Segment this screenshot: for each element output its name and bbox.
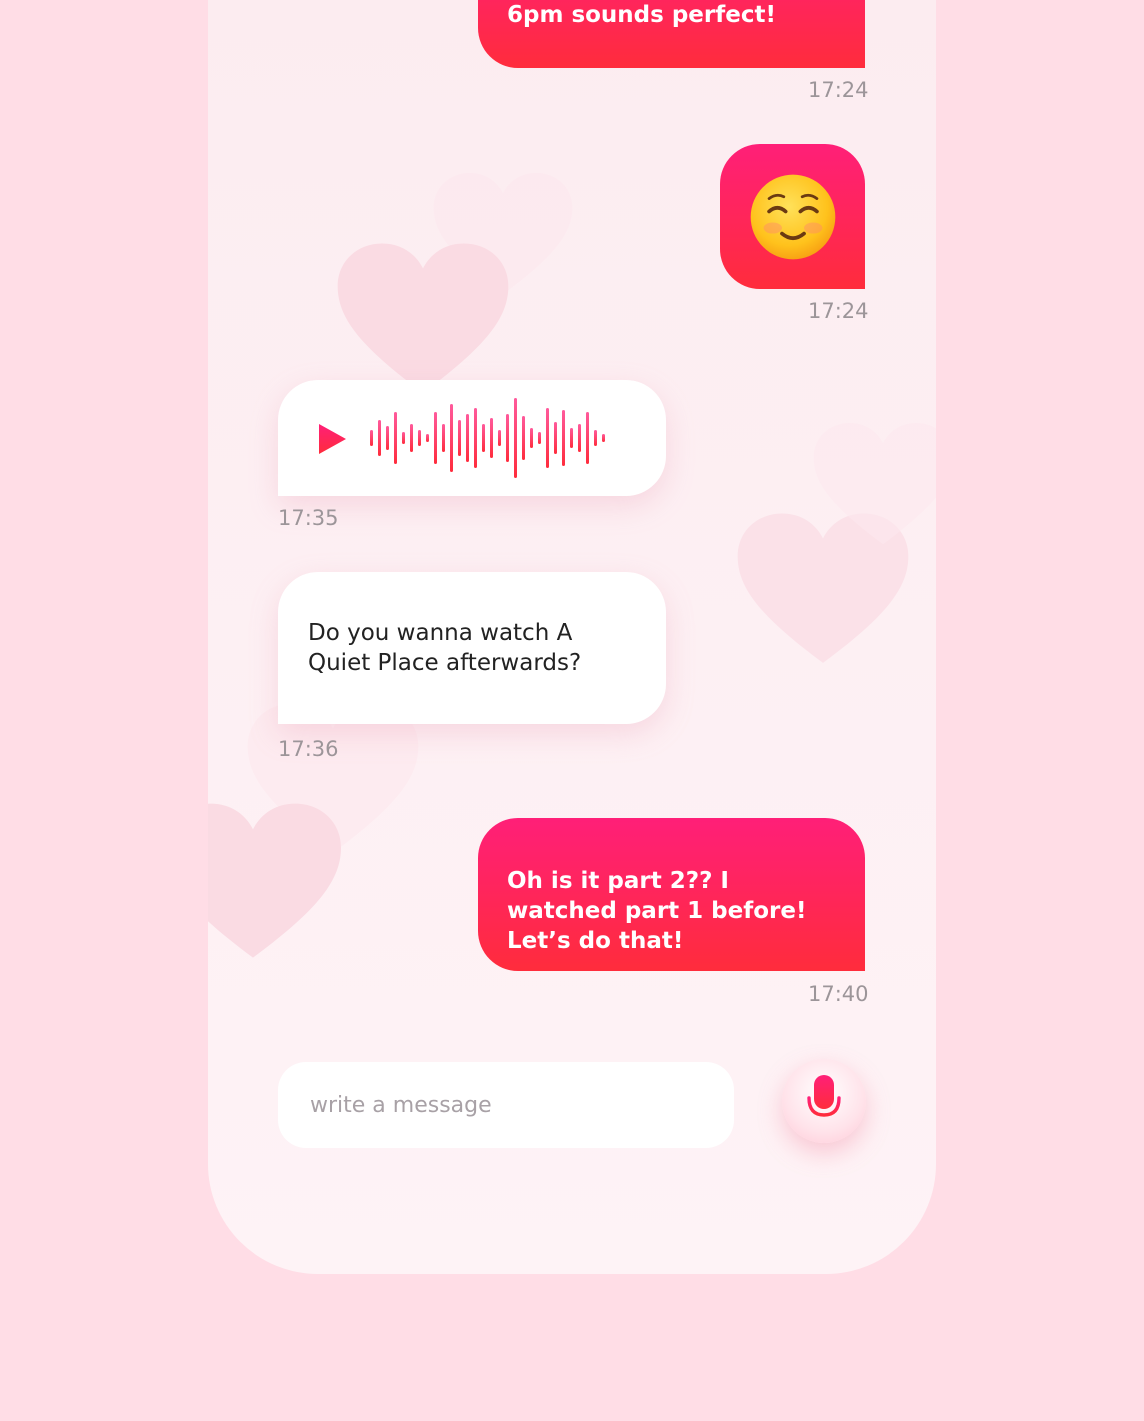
play-icon[interactable] <box>316 422 348 456</box>
smiling-face-emoji-icon <box>750 174 835 259</box>
outgoing-message-bubble[interactable]: 6pm sounds perfect! <box>478 0 865 68</box>
heart-decoration-icon <box>337 243 509 393</box>
message-timestamp: 17:24 <box>808 78 869 102</box>
message-composer <box>278 1062 734 1148</box>
message-timestamp: 17:40 <box>808 982 869 1006</box>
message-text: Oh is it part 2?? I watched part 1 befor… <box>507 868 807 954</box>
microphone-icon <box>807 1075 841 1126</box>
message-text: 6pm sounds perfect! <box>507 2 776 28</box>
incoming-message-bubble[interactable]: Do you wanna watch A Quiet Place afterwa… <box>278 572 666 724</box>
message-timestamp: 17:35 <box>278 506 339 530</box>
waveform-icon <box>370 398 605 478</box>
message-input[interactable] <box>308 1091 704 1119</box>
outgoing-emoji-bubble[interactable] <box>720 144 865 289</box>
outgoing-message-bubble[interactable]: Oh is it part 2?? I watched part 1 befor… <box>478 818 865 971</box>
chat-screen: 6pm sounds perfect! 17:24 17:24 17:35 Do… <box>208 0 936 1274</box>
message-timestamp: 17:24 <box>808 299 869 323</box>
heart-decoration-icon <box>813 422 936 545</box>
message-text: Do you wanna watch A Quiet Place afterwa… <box>308 620 582 676</box>
message-timestamp: 17:36 <box>278 737 339 761</box>
microphone-button[interactable] <box>782 1059 866 1143</box>
incoming-voice-message-bubble <box>278 380 666 496</box>
heart-decoration-icon <box>208 803 341 958</box>
